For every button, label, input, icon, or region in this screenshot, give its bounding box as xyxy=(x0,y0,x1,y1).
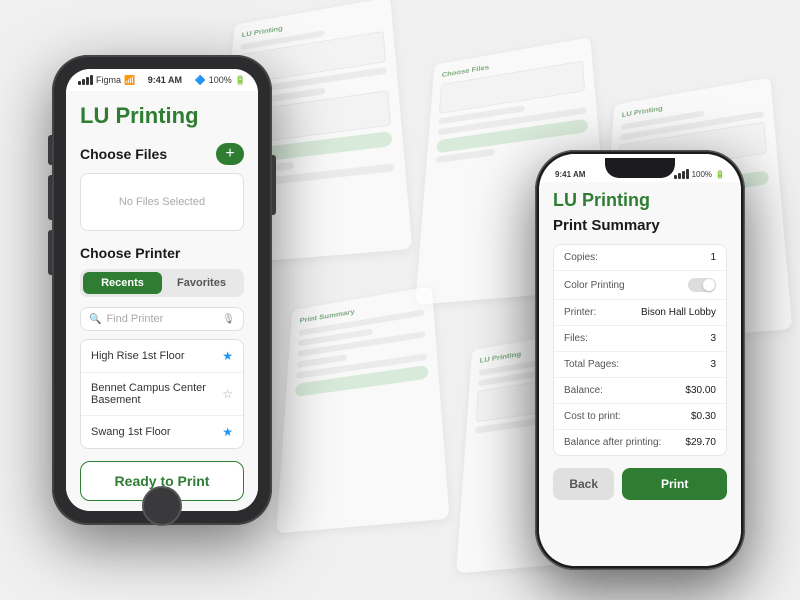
total-pages-label: Total Pages: xyxy=(564,359,619,370)
printer-name-3: Swang 1st Floor xyxy=(91,426,170,438)
app-title-2: LU Printing xyxy=(553,190,727,211)
phone-1-vol-down-button xyxy=(48,230,52,275)
files-label: Files: xyxy=(564,333,588,344)
star-icon-3: ★ xyxy=(222,425,233,439)
status-right-2: 100% 🔋 xyxy=(674,169,725,179)
action-buttons: Back Print xyxy=(553,468,727,500)
battery-label-2: 100% xyxy=(692,170,712,179)
tab-favorites[interactable]: Favorites xyxy=(162,272,241,294)
status-bar-1: Figma 📶 9:41 AM 🔷 100% 🔋 xyxy=(66,69,258,91)
balance-value: $30.00 xyxy=(685,385,716,396)
choose-printer-label: Choose Printer xyxy=(80,245,244,261)
app-title-1: LU Printing xyxy=(80,103,244,129)
bluetooth-icon: 🔷 xyxy=(195,75,206,86)
summary-table: Copies: 1 Color Printing Printer: Bison … xyxy=(553,244,727,456)
cost-label: Cost to print: xyxy=(564,411,621,422)
battery-label: 100% xyxy=(209,75,232,85)
signal-bars xyxy=(78,75,93,85)
signal-bar-d xyxy=(686,169,689,179)
print-summary-title: Print Summary xyxy=(553,217,727,234)
printer-row[interactable]: High Rise 1st Floor ★ xyxy=(81,340,243,373)
choose-files-header: Choose Files + xyxy=(80,143,244,165)
color-printing-label: Color Printing xyxy=(564,280,625,291)
search-row[interactable]: 🔍 Find Printer 🎙 xyxy=(80,307,244,331)
printer-row[interactable]: Swang 1st Floor ★ xyxy=(81,416,243,448)
battery-icon-2: 🔋 xyxy=(715,170,725,179)
files-value: 3 xyxy=(710,333,716,344)
copies-label: Copies: xyxy=(564,252,598,263)
app-content-2: LU Printing Print Summary Copies: 1 Colo… xyxy=(539,182,741,566)
phone-1-vol-up-button xyxy=(48,175,52,220)
color-toggle[interactable] xyxy=(688,278,716,292)
choose-files-label: Choose Files xyxy=(80,146,167,162)
notch xyxy=(605,158,675,178)
tab-recents[interactable]: Recents xyxy=(83,272,162,294)
summary-row-balance: Balance: $30.00 xyxy=(554,378,726,404)
printer-name-1: High Rise 1st Floor xyxy=(91,350,185,362)
phone-1-screen: Figma 📶 9:41 AM 🔷 100% 🔋 LU Printing Cho… xyxy=(66,69,258,511)
back-button[interactable]: Back xyxy=(553,468,614,500)
status-time: 9:41 AM xyxy=(555,170,585,179)
signal-bar-1 xyxy=(78,81,81,85)
clock: 9:41 AM xyxy=(148,75,182,85)
printer-label: Printer: xyxy=(564,307,596,318)
status-right: 🔷 100% 🔋 xyxy=(195,75,246,86)
signal-bars-2 xyxy=(674,169,689,179)
files-box: No Files Selected xyxy=(80,173,244,231)
summary-row-files: Files: 3 xyxy=(554,326,726,352)
star-icon-2: ☆ xyxy=(222,387,233,401)
phone-2: 9:41 AM 100% 🔋 LU Printing Print Summary… xyxy=(535,150,745,570)
signal-bar-c xyxy=(682,171,685,179)
signal-bar-a xyxy=(674,175,677,179)
printer-name-2: Bennet Campus Center Basement xyxy=(91,382,222,406)
carrier-label: Figma xyxy=(96,75,121,85)
signal-bar-3 xyxy=(86,77,89,85)
signal-bar-2 xyxy=(82,79,85,85)
choose-printer-section: Choose Printer Recents Favorites 🔍 Find … xyxy=(80,245,244,449)
printer-list: High Rise 1st Floor ★ Bennet Campus Cent… xyxy=(80,339,244,449)
no-files-text: No Files Selected xyxy=(119,196,205,208)
balance-label: Balance: xyxy=(564,385,603,396)
copies-value: 1 xyxy=(710,252,716,263)
signal-bar-b xyxy=(678,173,681,179)
printer-tabs: Recents Favorites xyxy=(80,269,244,297)
signal-bar-4 xyxy=(90,75,93,85)
add-files-button[interactable]: + xyxy=(216,143,244,165)
battery-icon: 🔋 xyxy=(235,75,246,86)
phone-1-power-button xyxy=(272,155,276,215)
phone-1: Figma 📶 9:41 AM 🔷 100% 🔋 LU Printing Cho… xyxy=(52,55,272,525)
star-icon-1: ★ xyxy=(222,349,233,363)
balance-after-label: Balance after printing: xyxy=(564,437,661,448)
summary-row-cost: Cost to print: $0.30 xyxy=(554,404,726,430)
bg-wireframe-4: Print Summary xyxy=(276,286,450,533)
search-placeholder: Find Printer xyxy=(106,313,217,325)
printer-value: Bison Hall Lobby xyxy=(641,307,716,318)
balance-after-value: $29.70 xyxy=(685,437,716,448)
summary-row-printer: Printer: Bison Hall Lobby xyxy=(554,300,726,326)
cost-value: $0.30 xyxy=(691,411,716,422)
search-icon: 🔍 xyxy=(89,314,101,325)
app-content-1: LU Printing Choose Files + No Files Sele… xyxy=(66,91,258,511)
home-button[interactable] xyxy=(142,486,182,526)
summary-row-balance-after: Balance after printing: $29.70 xyxy=(554,430,726,455)
summary-row-copies: Copies: 1 xyxy=(554,245,726,271)
printer-row[interactable]: Bennet Campus Center Basement ☆ xyxy=(81,373,243,416)
toggle-thumb xyxy=(703,279,715,291)
phone-2-screen: 9:41 AM 100% 🔋 LU Printing Print Summary… xyxy=(539,154,741,566)
status-left: Figma 📶 xyxy=(78,75,135,86)
summary-row-color: Color Printing xyxy=(554,271,726,300)
mic-icon: 🎙 xyxy=(222,314,235,325)
total-pages-value: 3 xyxy=(710,359,716,370)
print-button[interactable]: Print xyxy=(622,468,727,500)
summary-row-pages: Total Pages: 3 xyxy=(554,352,726,378)
phone-1-mute-button xyxy=(48,135,52,165)
wifi-icon: 📶 xyxy=(124,75,135,86)
